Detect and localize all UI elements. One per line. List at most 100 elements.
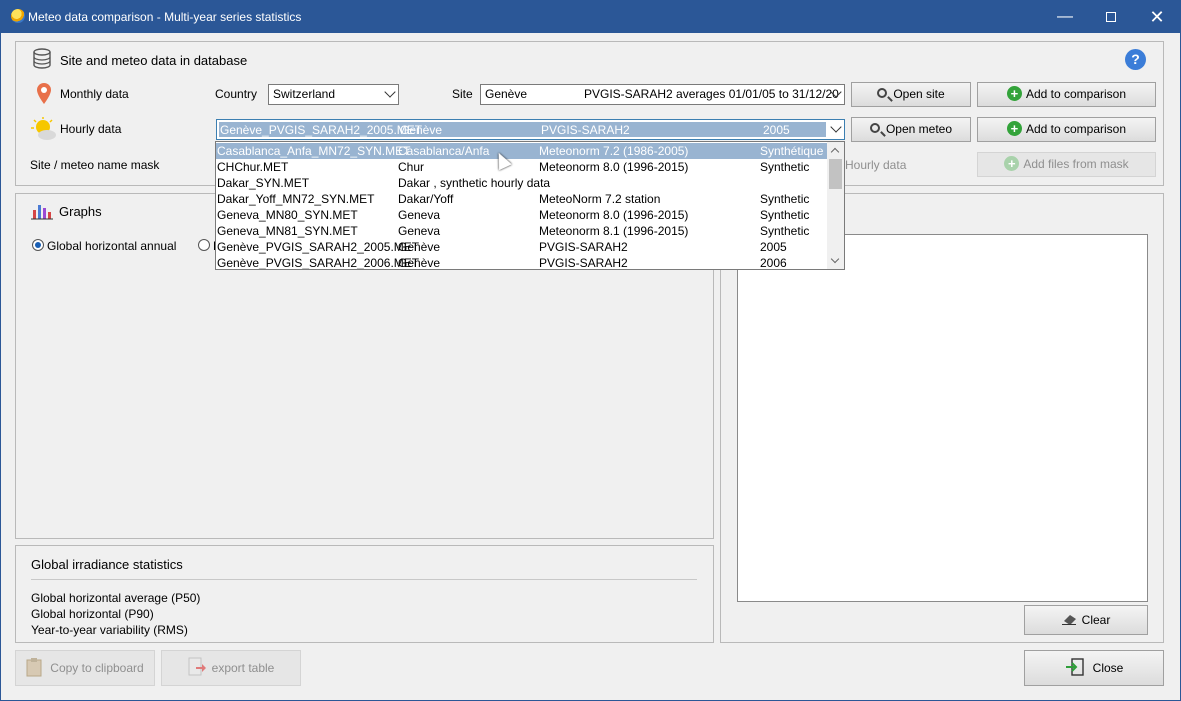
dropdown-option[interactable]: Genève_PVGIS_SARAH2_2006.MET Genève PVGIS-… [216,255,828,270]
clipboard-icon [26,658,42,677]
database-icon [33,48,51,69]
copy-clipboard-label: Copy to clipboard [50,661,144,675]
graphs-title: Graphs [59,204,102,219]
maximize-button[interactable] [1088,1,1134,33]
country-select[interactable]: Switzerland [268,84,399,105]
sun-cloud-icon [31,117,56,140]
exit-icon [1065,658,1084,677]
option-type: 2006 [760,256,787,270]
hourly-selected-type: 2005 [763,123,790,137]
scroll-down-icon[interactable] [830,254,840,264]
add-icon: + [1006,121,1022,137]
option-type: Synthétique [760,144,824,158]
option-source: Meteonorm 8.0 (1996-2015) [539,208,689,222]
option-source: Meteonorm 8.1 (1996-2015) [539,224,689,238]
help-icon[interactable]: ? [1125,49,1146,70]
option-type: Synthetic [760,192,810,206]
option-source: PVGIS-SARAH2 [539,256,628,270]
add-icon: + [1004,156,1020,172]
hourly-selected-file: Genève_PVGIS_SARAH2_2005.MET [220,123,423,137]
option-source: Meteonorm 7.2 (1986-2005) [539,144,689,158]
option-site: Dakar/Yoff [398,192,454,206]
minimize-button[interactable]: — [1042,1,1088,33]
stats-divider [31,579,697,580]
p50-label: Global horizontal average (P50) [31,591,201,605]
add-icon: + [1006,86,1022,102]
add-files-mask-label: Add files from mask [1023,157,1129,171]
hourly-selected-row: Genève_PVGIS_SARAH2_2005.MET Genève PVGI… [219,122,826,137]
stats-title: Global irradiance statistics [31,557,183,572]
site-label: Site [452,87,473,101]
dropdown-option[interactable]: Genève_PVGIS_SARAH2_2005.MET Genève PVGIS-… [216,239,828,255]
hourly-selected-source: PVGIS-SARAH2 [541,123,630,137]
stats-panel: Global irradiance statistics Global hori… [15,545,714,643]
rms-label: Year-to-year variability (RMS) [31,623,188,637]
open-site-label: Open site [893,87,945,101]
site-select[interactable]: Genève PVGIS-SARAH2 averages 01/01/05 to… [480,84,845,105]
search-icon [877,88,888,99]
option-site: Genève [398,240,441,254]
option-site: Casablanca/Anfa [398,144,490,158]
option-source: MeteoNorm 7.2 station [539,192,661,206]
mask-label: Site / meteo name mask [30,158,160,172]
global-horizontal-annual-radio[interactable] [32,239,44,251]
add-files-mask-button[interactable]: + Add files from mask [977,152,1156,177]
option-site: Geneva [398,208,441,222]
main-window: Meteo data comparison - Multi-year serie… [0,0,1181,701]
option-file: Dakar_Yoff_MN72_SYN.MET [217,192,375,206]
option-type: Synthetic [760,208,810,222]
site-name: Genève [485,87,528,101]
site-source: PVGIS-SARAH2 averages 01/01/05 to 31/12/… [584,87,839,101]
hourly-selected-site: Genève [400,123,443,137]
dropdown-option[interactable]: Casablanca_Anfa_MN72_SYN.MET Casablanca/A… [216,143,828,159]
hourly-select[interactable]: Genève_PVGIS_SARAH2_2005.MET Genève PVGI… [216,119,845,140]
close-button[interactable]: Close [1024,650,1164,686]
dropdown-option[interactable]: Geneva_MN81_SYN.MET Geneva Meteonorm 8.1 (… [216,223,828,239]
comparison-list[interactable] [737,234,1148,602]
option-file: Geneva_MN81_SYN.MET [217,224,358,238]
site-section-title: Site and meteo data in database [60,53,248,68]
scroll-thumb[interactable] [829,159,842,189]
clear-label: Clear [1081,613,1111,627]
option-site: Chur [398,160,425,174]
dropdown-option[interactable]: Dakar_Yoff_MN72_SYN.MET Dakar/Yoff MeteoNo… [216,191,828,207]
monthly-data-label: Monthly data [60,87,129,101]
option-type: Synthetic [760,160,810,174]
dropdown-option[interactable]: Dakar_SYN.MET Dakar , synthetic hourly da… [216,175,828,191]
title-bar: Meteo data comparison - Multi-year serie… [1,1,1180,33]
p90-label: Global horizontal (P90) [31,607,154,621]
dropdown-scrollbar[interactable] [827,142,844,269]
option-type: Synthetic [760,224,810,238]
clear-button[interactable]: Clear [1024,605,1148,635]
eraser-icon [1061,615,1076,626]
dropdown-option[interactable]: Geneva_MN80_SYN.MET Geneva Meteonorm 8.0 (… [216,207,828,223]
maximize-icon [1106,11,1116,22]
option-file: Dakar_SYN.MET [217,176,310,190]
open-meteo-button[interactable]: Open meteo [851,117,971,142]
add-meteo-comparison-button[interactable]: + Add to comparison [977,117,1156,142]
hourly-dropdown-list[interactable]: Casablanca_Anfa_MN72_SYN.MET Casablanca/A… [215,141,845,270]
close-window-button[interactable]: ✕ [1134,1,1180,33]
chevron-down-icon [830,121,842,133]
chart-icon [31,205,53,220]
copy-clipboard-button[interactable]: Copy to clipboard [15,650,155,686]
option-site: Geneva [398,224,441,238]
option-type: 2005 [760,240,787,254]
open-site-button[interactable]: Open site [851,82,971,107]
second-graph-radio[interactable] [198,239,210,251]
add-site-comparison-button[interactable]: + Add to comparison [977,82,1156,107]
option-source: PVGIS-SARAH2 [539,240,628,254]
global-horizontal-annual-label: Global horizontal annual [47,239,177,253]
export-table-button[interactable]: export table [161,650,301,686]
country-label: Country [215,87,258,101]
add-comparison-label: Add to comparison [1025,122,1127,136]
scroll-up-icon[interactable] [830,147,840,157]
option-file: Geneva_MN80_SYN.MET [217,208,358,222]
country-value: Switzerland [273,87,336,101]
option-file: Genève_PVGIS_SARAH2_2006.MET [217,256,420,270]
open-meteo-label: Open meteo [885,122,953,136]
export-icon [188,657,206,676]
hourly-data-checkbox-label[interactable]: Hourly data [845,158,906,172]
hourly-data-label: Hourly data [60,122,122,136]
dropdown-option[interactable]: CHChur.MET Chur Meteonorm 8.0 (1996-2015) S… [216,159,828,175]
